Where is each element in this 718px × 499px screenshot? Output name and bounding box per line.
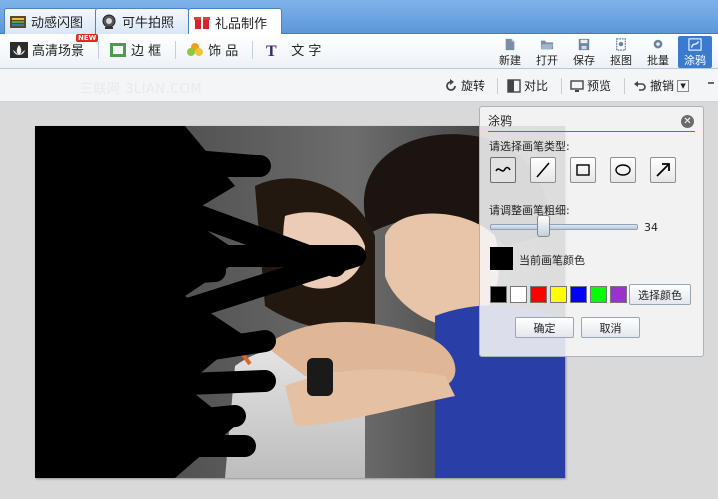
current-color-label: 当前画笔颜色 bbox=[519, 254, 585, 267]
tab-animated-gif[interactable]: 动感闪图 bbox=[4, 8, 98, 34]
action-label: 涂鸦 bbox=[684, 54, 706, 67]
action-label: 保存 bbox=[573, 54, 595, 67]
gift-icon bbox=[194, 17, 210, 29]
color-swatch[interactable] bbox=[550, 286, 567, 303]
monitor-preview-icon bbox=[570, 79, 584, 92]
floppy-save-icon bbox=[578, 38, 590, 51]
thickness-value: 34 bbox=[644, 221, 658, 234]
brush-line-button[interactable] bbox=[530, 157, 556, 183]
current-color-swatch bbox=[490, 247, 513, 270]
compare-icon bbox=[507, 78, 521, 93]
hd-scene-button[interactable]: 高清场景 NEW bbox=[10, 34, 99, 59]
batch-gear-icon bbox=[653, 39, 663, 49]
new-badge: NEW bbox=[76, 34, 99, 42]
color-swatch[interactable] bbox=[610, 286, 627, 303]
text-button[interactable]: T 文 字 bbox=[263, 40, 322, 60]
lotus-icon bbox=[10, 41, 28, 58]
compare-label: 对比 bbox=[524, 79, 549, 93]
doodle-button[interactable]: 涂鸦 bbox=[678, 36, 712, 68]
action-label: 批量 bbox=[647, 54, 669, 67]
color-swatch[interactable] bbox=[530, 286, 547, 303]
divider bbox=[98, 40, 100, 59]
preview-button[interactable]: 预览 bbox=[570, 77, 611, 94]
color-swatch[interactable] bbox=[570, 286, 587, 303]
edit-toolbar: 三联网 3LIAN.COM 旋转 对比 预览 撤销 ▼ bbox=[0, 69, 718, 102]
redo-icon bbox=[708, 82, 714, 84]
rotate-icon bbox=[446, 78, 456, 91]
tab-camera[interactable]: 可牛拍照 bbox=[95, 8, 189, 34]
tab-bar: 动感闪图 可牛拍照 礼品制作 bbox=[0, 0, 718, 35]
tool-label: 边 框 bbox=[131, 44, 162, 59]
color-swatch[interactable] bbox=[590, 286, 607, 303]
undo-dropdown-icon[interactable]: ▼ bbox=[677, 79, 690, 92]
brush-type-label: 请选择画笔类型: bbox=[489, 140, 570, 153]
close-icon[interactable]: ✕ bbox=[681, 115, 694, 128]
divider bbox=[624, 78, 625, 94]
brush-arrow-button[interactable] bbox=[650, 157, 676, 183]
thickness-slider-handle[interactable] bbox=[537, 215, 551, 237]
tab-label: 动感闪图 bbox=[31, 16, 84, 31]
tool-label: 高清场景 bbox=[32, 44, 85, 59]
curve-brush-icon bbox=[495, 166, 511, 172]
thickness-slider-track[interactable] bbox=[490, 224, 638, 230]
brush-ellipse-button[interactable] bbox=[610, 157, 636, 183]
line-brush-icon bbox=[536, 162, 550, 178]
action-label: 新建 bbox=[499, 54, 521, 67]
rotate-label: 旋转 bbox=[461, 79, 486, 93]
undo-button[interactable]: 撤销 ▼ bbox=[633, 77, 690, 94]
tab-label: 礼品制作 bbox=[215, 16, 268, 32]
arrow-brush-icon bbox=[656, 163, 670, 177]
redo-button[interactable] bbox=[708, 77, 718, 91]
doodle-panel: 涂鸦 ✕ 请选择画笔类型: 请调整画笔粗细: 34 当前画笔颜色 选择颜色 确定… bbox=[479, 106, 704, 357]
thickness-label: 请调整画笔粗细: bbox=[489, 204, 570, 217]
flower-accessory-icon bbox=[187, 42, 204, 56]
divider bbox=[252, 40, 254, 59]
divider bbox=[561, 78, 562, 94]
title-underline bbox=[488, 131, 695, 132]
accessory-button[interactable]: 饰 品 bbox=[186, 40, 238, 59]
tab-gift[interactable]: 礼品制作 bbox=[188, 8, 282, 35]
text-t-icon: T bbox=[266, 43, 277, 58]
tool-label: 饰 品 bbox=[208, 44, 239, 59]
svg-text:T: T bbox=[266, 43, 277, 58]
batch-button[interactable]: 批量 bbox=[641, 36, 675, 68]
action-label: 抠图 bbox=[610, 54, 632, 67]
compare-button[interactable]: 对比 bbox=[507, 77, 548, 94]
main-toolbar: 高清场景 NEW 边 框 饰 品 T 文 字 新建 打开 保存 抠图 批量 涂鸦 bbox=[0, 34, 718, 69]
film-strip-icon bbox=[10, 15, 26, 28]
open-folder-icon bbox=[540, 40, 554, 50]
brush-curve-button[interactable] bbox=[490, 157, 516, 183]
color-swatch[interactable] bbox=[510, 286, 527, 303]
panel-title: 涂鸦 bbox=[488, 114, 513, 128]
divider bbox=[175, 40, 177, 59]
new-document-icon bbox=[505, 38, 515, 51]
save-button[interactable]: 保存 bbox=[567, 36, 601, 68]
undo-label: 撤销 bbox=[650, 79, 675, 93]
tab-label: 可牛拍照 bbox=[122, 16, 175, 31]
rotate-button[interactable]: 旋转 bbox=[444, 77, 485, 94]
ellipse-brush-icon bbox=[615, 164, 631, 176]
ok-button[interactable]: 确定 bbox=[515, 317, 574, 338]
brush-rectangle-button[interactable] bbox=[570, 157, 596, 183]
action-label: 打开 bbox=[536, 54, 558, 67]
cutout-icon bbox=[616, 38, 626, 51]
frame-icon bbox=[110, 42, 127, 57]
cutout-button[interactable]: 抠图 bbox=[604, 36, 638, 68]
doodle-icon bbox=[688, 38, 702, 51]
preview-label: 预览 bbox=[587, 79, 612, 93]
watermark-text: 三联网 3LIAN.COM bbox=[80, 82, 203, 97]
tool-label: 文 字 bbox=[291, 44, 322, 59]
choose-color-button[interactable]: 选择颜色 bbox=[629, 284, 691, 305]
webcam-icon bbox=[102, 14, 116, 29]
new-button[interactable]: 新建 bbox=[493, 36, 527, 68]
divider bbox=[497, 78, 498, 94]
undo-icon bbox=[634, 80, 646, 91]
rectangle-brush-icon bbox=[576, 164, 590, 176]
frame-button[interactable]: 边 框 bbox=[109, 40, 161, 59]
color-swatch[interactable] bbox=[490, 286, 507, 303]
cancel-button[interactable]: 取消 bbox=[581, 317, 640, 338]
open-button[interactable]: 打开 bbox=[530, 36, 564, 68]
